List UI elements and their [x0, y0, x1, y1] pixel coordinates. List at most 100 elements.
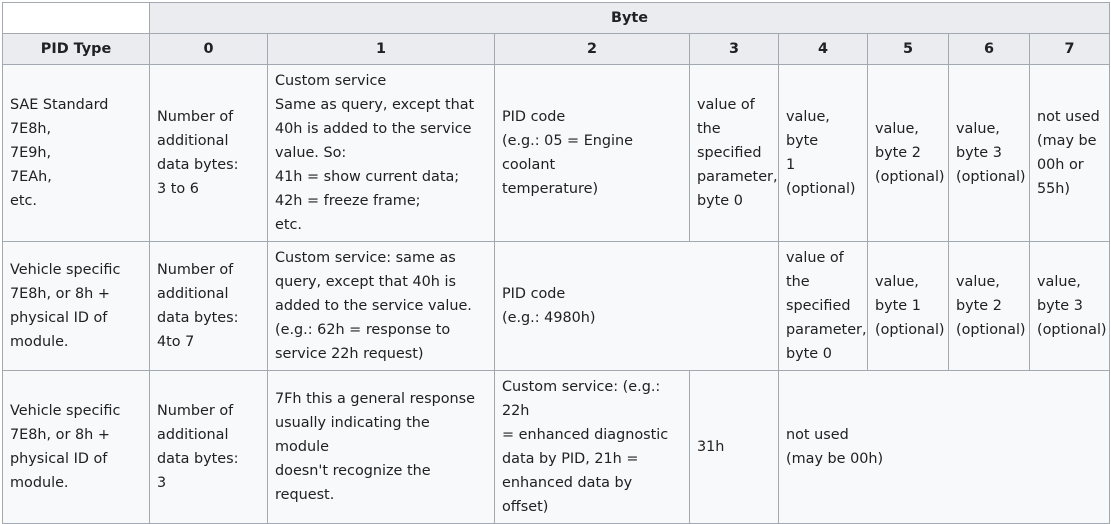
- cell-text-line: PID code: [502, 286, 566, 302]
- cell-byte-3: 31h: [689, 370, 779, 524]
- cell-text-line: 00h or: [1037, 157, 1084, 173]
- cell-text-line: value. So:: [275, 145, 347, 161]
- cell-text-line: module.: [10, 334, 69, 350]
- cell-text-line: (e.g.: 4980h): [502, 310, 596, 326]
- cell-text-line: etc.: [10, 193, 37, 209]
- cell-text-line: (e.g.: 62h = response to: [275, 322, 451, 338]
- cell-text-line: the: [786, 274, 810, 290]
- cell-text-line: not used: [786, 427, 849, 443]
- cell-text-line: 7E8h, or 8h +: [10, 286, 110, 302]
- cell-text-line: usually indicating the module: [275, 415, 430, 455]
- cell-text-line: (may be: [1037, 133, 1097, 149]
- col-header-byte-6: 6: [948, 33, 1030, 65]
- cell-text-line: (optional): [786, 181, 856, 197]
- cell-text-line: Custom service: (e.g.: 22h: [502, 379, 661, 419]
- cell-text-line: (may be 00h): [786, 451, 884, 467]
- table-row: Vehicle specific 7E8h, or 8h + physical ID…: [2, 370, 1110, 524]
- cell-byte-4: value of the specified parameter, byte 0: [778, 241, 868, 371]
- cell-text-line: value,: [875, 274, 919, 290]
- cell-pid-type: Vehicle specific 7E8h, or 8h + physical ID…: [2, 241, 150, 371]
- cell-text-line: byte 2: [875, 145, 921, 161]
- cell-byte-2: PID code (e.g.: 05 = Engine coolant temper…: [494, 64, 690, 242]
- cell-text-line: 7EAh,: [10, 169, 52, 185]
- col-header-byte-0: 0: [149, 33, 268, 65]
- cell-text-line: Number of: [157, 109, 234, 125]
- cell-byte-2: Custom service: (e.g.: 22h = enhanced dia…: [494, 370, 690, 524]
- cell-text-line: (optional): [875, 322, 945, 338]
- cell-text-line: byte 3: [1037, 298, 1083, 314]
- cell-text-line: data bytes:: [157, 310, 239, 326]
- cell-byte-1: Custom service: same as query, except tha…: [267, 241, 495, 371]
- cell-text-line: specified: [697, 145, 762, 161]
- cell-text-line: etc.: [275, 217, 302, 233]
- cell-text-line: 7Fh this a general response: [275, 391, 475, 407]
- cell-text-line: 7E8h, or 8h +: [10, 427, 110, 443]
- cell-byte-0: Number of additional data bytes: 4to 7: [149, 241, 268, 371]
- cell-text-line: additional: [157, 427, 229, 443]
- cell-byte-3: value of the specified parameter, byte 0: [689, 64, 779, 242]
- cell-text-line: PID code: [502, 109, 566, 125]
- cell-text-line: 42h = freeze frame;: [275, 193, 421, 209]
- cell-text-line: parameter,: [697, 169, 778, 185]
- cell-text-line: data bytes:: [157, 157, 239, 173]
- cell-text-line: value of: [697, 97, 755, 113]
- cell-text-line: value of: [786, 250, 844, 266]
- cell-text-line: 1: [786, 157, 796, 173]
- col-header-pid-type: PID Type: [2, 33, 150, 65]
- cell-byte-5: value, byte 1 (optional): [867, 241, 949, 371]
- cell-byte-7: value, byte 3 (optional): [1029, 241, 1110, 371]
- cell-byte-0: Number of additional data bytes: 3: [149, 370, 268, 524]
- cell-text-line: (optional): [1037, 322, 1107, 338]
- col-header-byte-1: 1: [267, 33, 495, 65]
- cell-byte-4-7: not used (may be 00h): [778, 370, 1110, 524]
- cell-pid-type: Vehicle specific 7E8h, or 8h + physical ID…: [2, 370, 150, 524]
- col-header-byte-4: 4: [778, 33, 868, 65]
- byte-group-header: Byte: [149, 2, 1110, 34]
- cell-text-line: data by PID, 21h =: [502, 451, 639, 467]
- cell-pid-type: SAE Standard 7E8h, 7E9h, 7EAh, etc.: [2, 64, 150, 242]
- cell-text-line: Number of: [157, 403, 234, 419]
- table-row: SAE Standard 7E8h, 7E9h, 7EAh, etc. Number o…: [2, 64, 1110, 242]
- cell-text-line: Vehicle specific: [10, 403, 121, 419]
- pid-response-table: Byte PID Type 0 1 2 3 4 5 6 7 SAE Standa…: [2, 2, 1110, 524]
- cell-text-line: value,: [956, 121, 1000, 137]
- corner-cell: [2, 2, 150, 34]
- col-header-byte-5: 5: [867, 33, 949, 65]
- byte-group-header-row: Byte: [2, 2, 1110, 34]
- cell-text-line: additional: [157, 133, 229, 149]
- cell-text-line: additional: [157, 286, 229, 302]
- cell-text-line: temperature): [502, 181, 599, 197]
- cell-text-line: 7E8h,: [10, 121, 52, 137]
- cell-byte-2-3: PID code (e.g.: 4980h): [494, 241, 779, 371]
- cell-byte-1: 7Fh this a general response usually indic…: [267, 370, 495, 524]
- cell-text-line: Number of: [157, 262, 234, 278]
- cell-byte-7: not used (may be 00h or 55h): [1029, 64, 1110, 242]
- cell-text-line: query, except that 40h is: [275, 274, 456, 290]
- cell-text-line: 7E9h,: [10, 145, 52, 161]
- cell-text-line: not used: [1037, 109, 1100, 125]
- cell-byte-4: value, byte 1 (optional): [778, 64, 868, 242]
- cell-text-line: 4to 7: [157, 334, 195, 350]
- cell-text-line: 55h): [1037, 181, 1071, 197]
- cell-text-line: byte 2: [956, 298, 1002, 314]
- cell-text-line: value,: [875, 121, 919, 137]
- cell-text-line: Custom service: same as: [275, 250, 456, 266]
- cell-text-line: (optional): [875, 169, 945, 185]
- cell-text-line: the: [697, 121, 721, 137]
- cell-byte-5: value, byte 2 (optional): [867, 64, 949, 242]
- column-header-row: PID Type 0 1 2 3 4 5 6 7: [2, 33, 1110, 65]
- cell-text-line: byte 1: [875, 298, 921, 314]
- cell-text-line: SAE Standard: [10, 97, 109, 113]
- col-header-byte-7: 7: [1029, 33, 1110, 65]
- cell-text-line: added to the service value.: [275, 298, 472, 314]
- cell-text-line: byte 0: [697, 193, 743, 209]
- cell-text-line: 3: [157, 475, 167, 491]
- cell-text-line: doesn't recognize the request.: [275, 463, 431, 503]
- cell-text-line: value,: [1037, 274, 1081, 290]
- cell-byte-1: Custom service Same as query, except that…: [267, 64, 495, 242]
- cell-text-line: byte 0: [786, 346, 832, 362]
- cell-text-line: value,: [956, 274, 1000, 290]
- cell-byte-6: value, byte 3 (optional): [948, 64, 1030, 242]
- col-header-byte-3: 3: [689, 33, 779, 65]
- cell-text-line: service 22h request): [275, 346, 424, 362]
